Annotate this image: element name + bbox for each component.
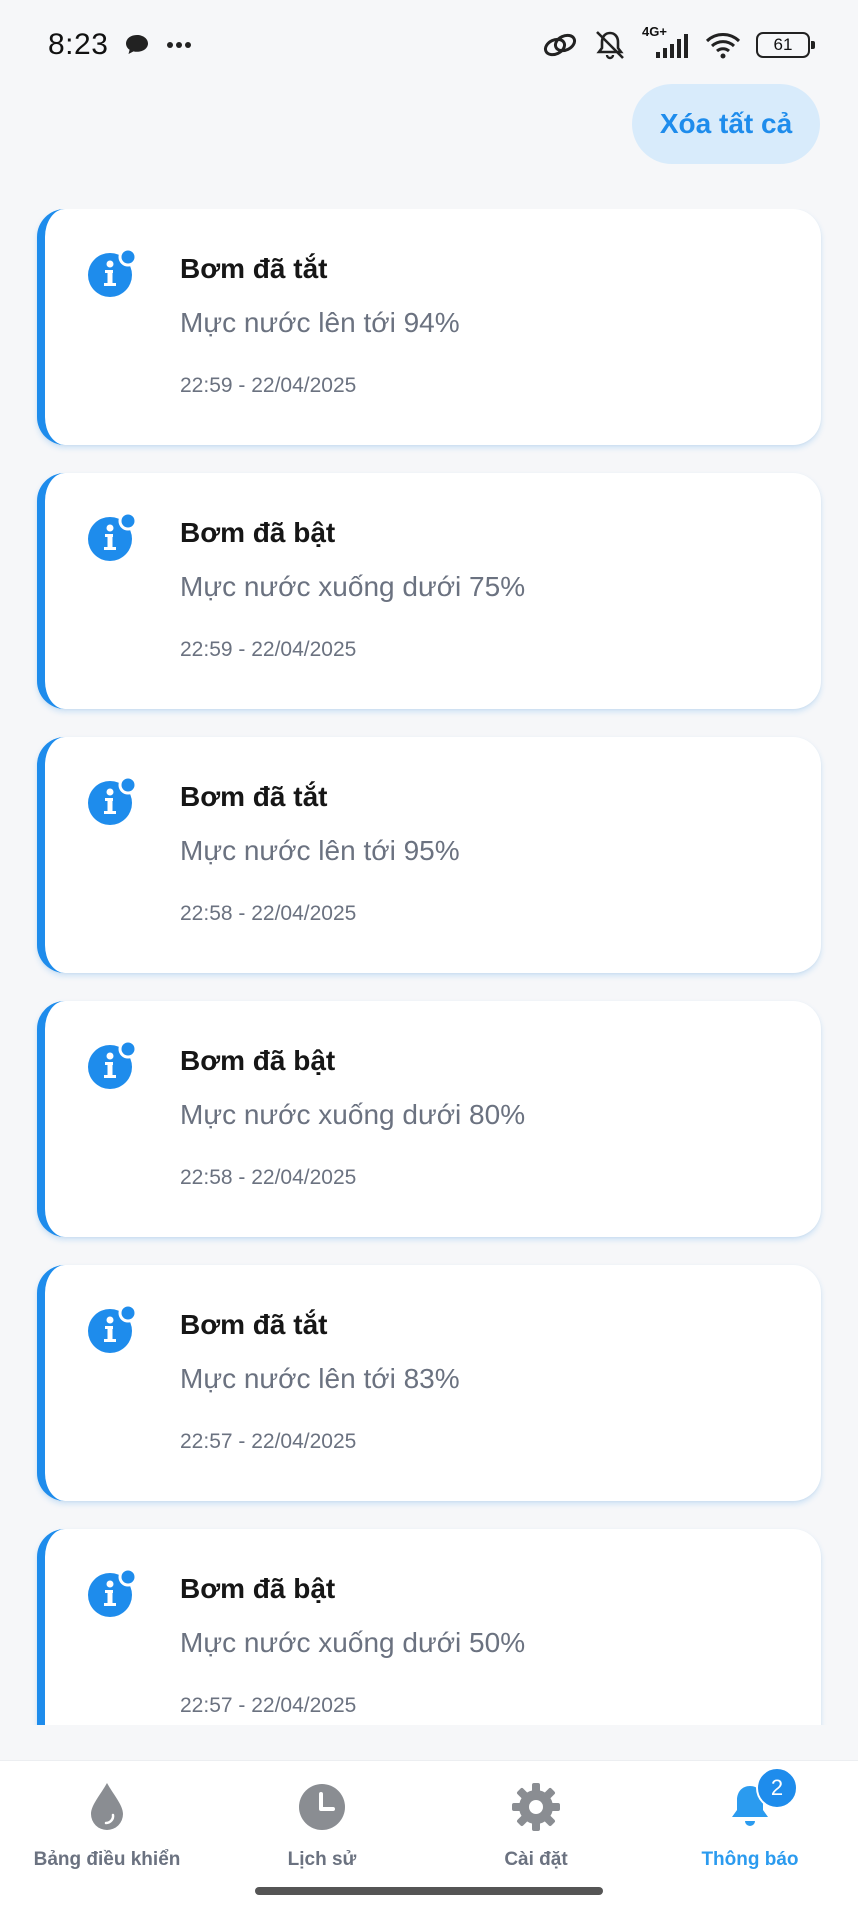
signal-4g-icon: 4G+ [642, 24, 690, 60]
notification-title: Bơm đã bật [180, 1573, 336, 1604]
nav-label: Bảng điều khiển [33, 1849, 181, 1870]
notification-card[interactable]: Bơm đã bật Mực nước xuống dưới 80% 22:58… [37, 1001, 821, 1237]
notification-time: 22:58 - 22/04/2025 [180, 902, 357, 925]
info-icon [88, 247, 138, 297]
notification-time: 22:57 - 22/04/2025 [180, 1694, 357, 1717]
info-icon [88, 1567, 138, 1617]
status-bar: 8:23 4G+ 61 [0, 20, 858, 70]
notification-message: Mực nước xuống dưới 80% [180, 1099, 526, 1130]
wifi-icon [704, 30, 742, 60]
notification-message: Mực nước lên tới 94% [180, 307, 460, 338]
notification-time: 22:57 - 22/04/2025 [180, 1430, 357, 1453]
notification-card[interactable]: Bơm đã bật Mực nước xuống dưới 75% 22:59… [37, 473, 821, 709]
water-drop-icon [79, 1779, 135, 1835]
bell-muted-icon [592, 29, 628, 61]
notification-message: Mực nước lên tới 83% [180, 1363, 460, 1394]
info-icon [88, 511, 138, 561]
notification-title: Bơm đã bật [180, 1045, 336, 1076]
nav-label: Cài đặt [504, 1849, 568, 1870]
info-icon [88, 1303, 138, 1353]
info-icon [88, 1039, 138, 1089]
status-right: 4G+ 61 [542, 24, 815, 61]
battery-icon: 61 [756, 32, 815, 58]
nav-item-settings[interactable]: Cài đặt [436, 1773, 636, 1883]
app-screen: 8:23 4G+ 61 Xóa tất cả Bơm đã tắt Mực nư… [0, 0, 858, 1908]
notification-message: Mực nước xuống dưới 50% [180, 1627, 526, 1658]
clear-all-button[interactable]: Xóa tất cả [632, 84, 820, 164]
bottom-nav: Bảng điều khiển Lịch sử Cài đặt 2 Thông … [0, 1760, 858, 1908]
gear-icon [508, 1779, 564, 1835]
nav-label: Lịch sử [287, 1849, 357, 1870]
nav-label: Thông báo [701, 1849, 799, 1870]
battery-level: 61 [773, 35, 793, 54]
info-icon [88, 775, 138, 825]
notification-card[interactable]: Bơm đã tắt Mực nước lên tới 83% 22:57 - … [37, 1265, 821, 1501]
status-left: 8:23 [48, 28, 192, 62]
network-label: 4G+ [642, 24, 667, 39]
notification-title: Bơm đã bật [180, 517, 336, 548]
notification-list[interactable]: Bơm đã tắt Mực nước lên tới 94% 22:59 - … [0, 209, 858, 1725]
notification-badge: 2 [756, 1767, 798, 1809]
notification-message: Mực nước lên tới 95% [180, 835, 460, 866]
notification-time: 22:59 - 22/04/2025 [180, 374, 357, 397]
notification-title: Bơm đã tắt [180, 781, 328, 812]
notification-card[interactable]: Bơm đã bật Mực nước xuống dưới 50% 22:57… [37, 1529, 821, 1725]
nav-item-notifications[interactable]: 2 Thông báo [650, 1767, 850, 1883]
notification-time: 22:59 - 22/04/2025 [180, 638, 357, 661]
chat-bubble-icon [124, 33, 150, 57]
notification-title: Bơm đã tắt [180, 253, 328, 284]
more-dots-icon [166, 41, 192, 49]
clock-icon [294, 1779, 350, 1835]
notification-time: 22:58 - 22/04/2025 [180, 1166, 357, 1189]
nav-item-history[interactable]: Lịch sử [222, 1773, 422, 1883]
notification-card[interactable]: Bơm đã tắt Mực nước lên tới 94% 22:59 - … [37, 209, 821, 445]
nav-item-dashboard[interactable]: Bảng điều khiển [7, 1773, 207, 1883]
home-indicator[interactable] [255, 1887, 603, 1895]
status-time: 8:23 [48, 28, 109, 61]
notification-card[interactable]: Bơm đã tắt Mực nước lên tới 95% 22:58 - … [37, 737, 821, 973]
link-icon [542, 30, 578, 60]
bell-icon: 2 [722, 1767, 798, 1835]
notification-title: Bơm đã tắt [180, 1309, 328, 1340]
notification-message: Mực nước xuống dưới 75% [180, 571, 526, 602]
